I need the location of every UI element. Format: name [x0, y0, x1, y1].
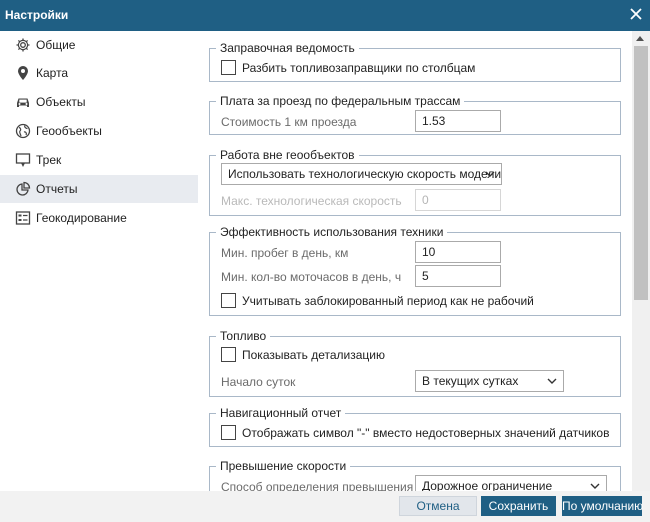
group-title: Эффективность использования техники [216, 225, 448, 239]
sidebar: Общие Карта Объекты Геообъекты Трек Отче… [0, 31, 198, 491]
settings-content: Заправочная ведомость Разбить топливозап… [198, 31, 632, 491]
select-value: Использовать технологическую скорость мо… [228, 167, 502, 181]
sidebar-item-reports[interactable]: Отчеты [0, 175, 198, 203]
checkbox-label: Учитывать заблокированный период как не … [242, 293, 534, 308]
map-pin-icon [15, 65, 31, 81]
window-title: Настройки [5, 8, 69, 22]
geocoding-icon [15, 210, 31, 226]
checkbox-box[interactable] [221, 60, 236, 75]
min-mileage-input[interactable]: 10 [415, 241, 501, 263]
dash-symbol-checkbox[interactable]: Отображать символ "-" вместо недостоверн… [221, 425, 609, 440]
content-scrollbar[interactable] [632, 31, 650, 491]
show-details-checkbox[interactable]: Показывать детализацию [221, 347, 385, 362]
sidebar-item-label: Геокодирование [36, 211, 127, 225]
checkbox-box[interactable] [221, 347, 236, 362]
sidebar-item-geocoding[interactable]: Геокодирование [0, 204, 198, 232]
sidebar-item-geoobjects[interactable]: Геообъекты [0, 117, 198, 145]
blocked-period-checkbox[interactable]: Учитывать заблокированный период как не … [221, 293, 534, 308]
checkbox-label: Отображать символ "-" вместо недостоверн… [242, 425, 610, 440]
chevron-down-icon [547, 378, 557, 384]
min-hours-input[interactable]: 5 [415, 265, 501, 287]
default-button[interactable]: По умолчанию [562, 496, 643, 516]
group-fuel-sheet: Заправочная ведомость Разбить топливозап… [209, 41, 621, 82]
cost-label: Стоимость 1 км проезда [221, 115, 357, 129]
chevron-down-icon [590, 483, 600, 489]
checkbox-label: Разбить топливозаправщики по столбцам [242, 60, 476, 75]
checkbox-box[interactable] [221, 293, 236, 308]
sidebar-item-label: Трек [36, 153, 62, 167]
group-title: Заправочная ведомость [216, 41, 359, 55]
save-button[interactable]: Сохранить [481, 496, 556, 516]
group-toll: Плата за проезд по федеральным трассам С… [209, 94, 621, 135]
group-fuel: Топливо Показывать детализацию Начало су… [209, 329, 621, 397]
sidebar-item-objects[interactable]: Объекты [0, 88, 198, 116]
min-hours-label: Мин. кол-во моточасов в день, ч [221, 270, 402, 284]
group-title: Работа вне геообъектов [216, 148, 359, 162]
track-icon [15, 152, 31, 168]
group-navigation-report: Навигационный отчет Отображать символ "-… [209, 406, 621, 447]
select-value: В текущих сутках [422, 374, 519, 388]
sidebar-item-label: Геообъекты [36, 124, 102, 138]
min-mileage-label: Мин. пробег в день, км [221, 246, 349, 260]
group-title: Плата за проезд по федеральным трассам [216, 94, 465, 108]
select-value: Дорожное ограничение [422, 479, 553, 491]
speed-mode-select[interactable]: Использовать технологическую скорость мо… [221, 163, 502, 185]
pie-chart-icon [15, 181, 31, 197]
sidebar-item-track[interactable]: Трек [0, 146, 198, 174]
sidebar-item-label: Общие [36, 38, 76, 52]
group-title: Навигационный отчет [216, 406, 346, 420]
cost-input[interactable]: 1.53 [415, 110, 501, 132]
group-overspeed: Превышение скорости Способ определения п… [209, 459, 621, 491]
cancel-button[interactable]: Отмена [399, 496, 477, 516]
sidebar-item-general[interactable]: Общие [0, 31, 198, 59]
car-icon [15, 94, 31, 110]
sidebar-item-label: Отчеты [36, 182, 78, 196]
scroll-up-arrow-icon[interactable] [636, 36, 644, 41]
split-tankers-checkbox[interactable]: Разбить топливозаправщики по столбцам [221, 60, 475, 75]
dialog-footer: Отмена Сохранить По умолчанию [0, 491, 650, 522]
overspeed-method-select[interactable]: Дорожное ограничение [415, 475, 607, 491]
globe-icon [15, 123, 31, 139]
sidebar-item-label: Объекты [36, 95, 86, 109]
title-bar: Настройки [0, 0, 650, 31]
close-icon[interactable] [628, 6, 644, 22]
group-title: Превышение скорости [216, 459, 351, 473]
chevron-down-icon [485, 171, 495, 177]
sidebar-item-map[interactable]: Карта [0, 59, 198, 87]
max-speed-label: Макс. технологическая скорость [221, 194, 402, 208]
scrollbar-thumb[interactable] [634, 46, 648, 300]
max-speed-input[interactable]: 0 [415, 189, 501, 211]
overspeed-method-label: Способ определения превышения [221, 480, 414, 491]
checkbox-box[interactable] [221, 425, 236, 440]
group-title: Топливо [216, 329, 271, 343]
group-efficiency: Эффективность использования техники Мин.… [209, 225, 621, 316]
checkbox-label: Показывать детализацию [242, 347, 385, 362]
day-start-label: Начало суток [221, 375, 296, 389]
group-outside-geoobjects: Работа вне геообъектов Использовать техн… [209, 148, 621, 216]
day-start-select[interactable]: В текущих сутках [415, 370, 564, 392]
sidebar-item-label: Карта [36, 66, 69, 80]
gear-icon [15, 37, 31, 53]
